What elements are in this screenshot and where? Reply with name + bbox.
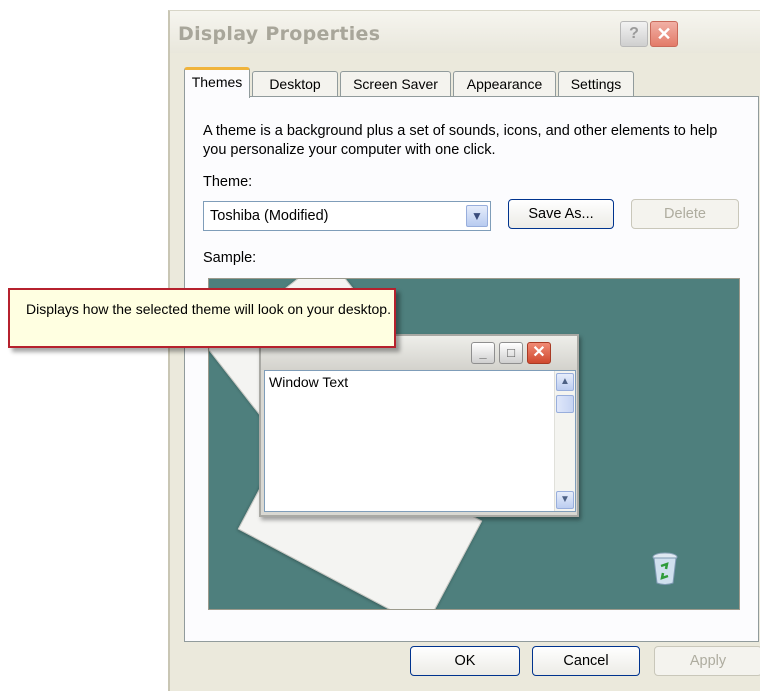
tab-screen-saver[interactable]: Screen Saver [340, 71, 451, 97]
theme-description: A theme is a background plus a set of so… [203, 123, 718, 158]
minimize-icon: _ [471, 342, 495, 364]
preview-scrollbar: ▲ ▼ [554, 371, 575, 511]
scroll-down-icon: ▼ [556, 491, 574, 509]
sample-label: Sample: [203, 250, 257, 266]
sample-tooltip: Displays how the selected theme will loo… [8, 288, 396, 348]
tab-appearance[interactable]: Appearance [453, 71, 556, 97]
title-bar[interactable]: Display Properties ? ✕ [170, 11, 760, 53]
scroll-up-icon: ▲ [556, 373, 574, 391]
cancel-button[interactable]: Cancel [532, 646, 640, 676]
recycle-bin-icon [652, 552, 678, 585]
tab-desktop[interactable]: Desktop [252, 71, 338, 97]
dialog-title: Display Properties [178, 23, 381, 45]
chevron-down-icon[interactable]: ▼ [466, 205, 488, 227]
theme-dropdown[interactable]: Toshiba (Modified) ▼ [203, 201, 491, 231]
themes-panel: A theme is a background plus a set of so… [184, 96, 759, 642]
preview-window-content: Window Text ▲ ▼ [264, 370, 576, 512]
preview-window: _ □ ✕ Window Text ▲ ▼ [259, 334, 579, 517]
theme-selected-value: Toshiba (Modified) [210, 208, 329, 224]
ok-button[interactable]: OK [410, 646, 520, 676]
tooltip-text: Displays how the selected theme will loo… [26, 301, 391, 317]
preview-window-text: Window Text [269, 374, 349, 390]
display-properties-dialog: Display Properties ? ✕ Themes Desktop Sc… [168, 10, 760, 691]
apply-button[interactable]: Apply [654, 646, 760, 676]
maximize-icon: □ [499, 342, 523, 364]
help-icon[interactable]: ? [620, 21, 648, 47]
tab-themes[interactable]: Themes [184, 67, 250, 98]
scroll-thumb [556, 395, 574, 413]
close-icon: ✕ [527, 342, 551, 364]
save-as-button[interactable]: Save As... [508, 199, 614, 229]
theme-label: Theme: [203, 174, 253, 190]
delete-button[interactable]: Delete [631, 199, 739, 229]
tab-settings[interactable]: Settings [558, 71, 634, 97]
close-icon[interactable]: ✕ [650, 21, 678, 47]
